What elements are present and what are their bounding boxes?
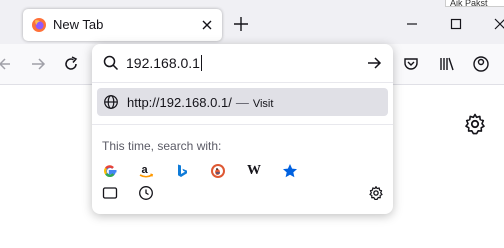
result-text: http://192.168.0.1/— Visit — [127, 95, 273, 112]
library-icon[interactable] — [436, 53, 458, 75]
duckduckgo-icon[interactable] — [206, 159, 230, 183]
close-tab-icon[interactable] — [198, 16, 216, 34]
amazon-icon[interactable]: a — [134, 159, 158, 183]
firefox-icon — [32, 18, 46, 32]
forward-icon[interactable] — [28, 53, 50, 75]
google-icon[interactable] — [98, 159, 122, 183]
result-separator: — — [235, 95, 249, 110]
bing-icon[interactable] — [170, 159, 194, 183]
divider — [92, 82, 393, 83]
one-off-label: This time, search with: — [102, 139, 222, 153]
history-icon[interactable] — [134, 181, 158, 205]
svg-text:a: a — [142, 164, 149, 176]
account-icon[interactable] — [470, 53, 492, 75]
one-off-extra-buttons — [98, 181, 388, 205]
search-icon — [103, 55, 119, 71]
search-settings-gear-icon[interactable] — [364, 181, 388, 205]
wikipedia-icon[interactable]: W — [242, 159, 266, 183]
urlbar[interactable]: 192.168.0.1 — [92, 44, 393, 82]
customize-gear-icon[interactable] — [463, 112, 487, 136]
tab-new-tab[interactable]: New Tab — [23, 9, 222, 41]
tab-strip: Aik Pakst New Tab — [0, 0, 504, 44]
close-window-icon[interactable] — [490, 14, 504, 34]
result-action: Visit — [252, 98, 274, 110]
minimize-icon[interactable] — [402, 14, 422, 34]
text-caret — [200, 55, 202, 71]
star-icon[interactable] — [278, 159, 302, 183]
tab-title: New Tab — [53, 17, 104, 32]
go-arrow-icon[interactable] — [365, 54, 383, 72]
urlbar-input[interactable]: 192.168.0.1 — [126, 55, 202, 71]
pocket-icon[interactable] — [400, 53, 422, 75]
result-url: http://192.168.0.1/ — [127, 95, 232, 110]
back-icon[interactable] — [0, 53, 18, 75]
reload-icon[interactable] — [60, 53, 82, 75]
divider — [92, 124, 393, 125]
tabs-icon[interactable] — [98, 181, 122, 205]
maximize-icon[interactable] — [446, 14, 466, 34]
background-window-title: Aik Pakst — [445, 0, 504, 7]
globe-icon — [104, 95, 118, 109]
urlbar-panel: 192.168.0.1 http://192.168.0.1/— Visit Th… — [92, 44, 393, 214]
visit-result-row[interactable]: http://192.168.0.1/— Visit — [97, 88, 388, 116]
new-tab-icon[interactable] — [231, 14, 251, 34]
